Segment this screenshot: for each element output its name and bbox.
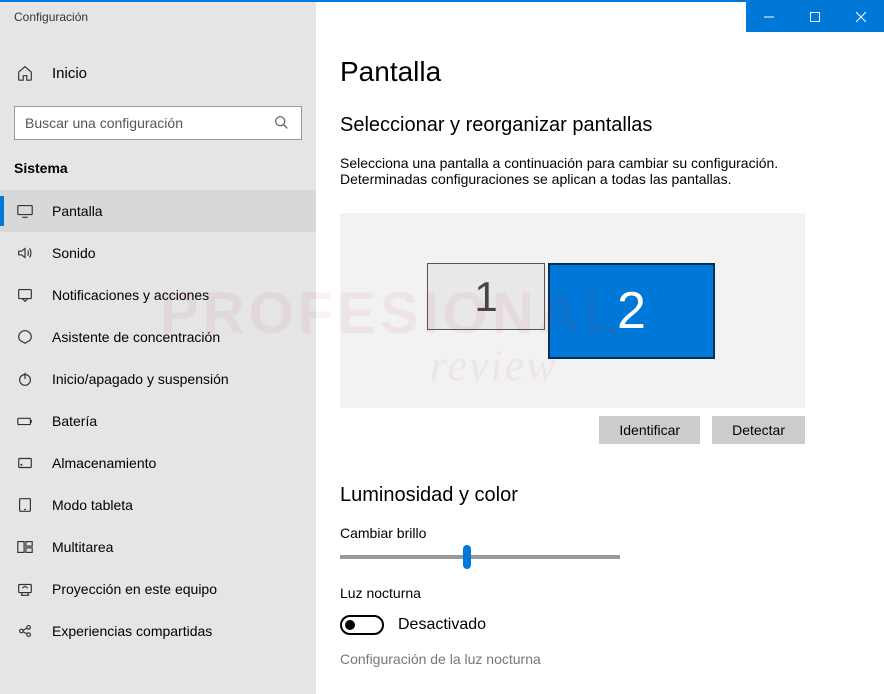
- sound-icon: [16, 244, 34, 262]
- sidebar-item-label: Experiencias compartidas: [52, 623, 212, 639]
- search-input[interactable]: [25, 115, 273, 131]
- sidebar-item-label: Sonido: [52, 245, 96, 261]
- nightlight-settings-link[interactable]: Configuración de la luz nocturna: [340, 651, 884, 667]
- nightlight-state: Desactivado: [398, 616, 486, 634]
- brightness-heading: Luminosidad y color: [340, 484, 884, 507]
- sidebar-item-notificaciones-y-acciones[interactable]: Notificaciones y acciones: [0, 274, 316, 316]
- identify-button[interactable]: Identificar: [599, 416, 700, 444]
- sidebar: Inicio Sistema Pantalla Sonido Notificacio…: [0, 32, 316, 694]
- nightlight-toggle[interactable]: [340, 615, 384, 635]
- brightness-label: Cambiar brillo: [340, 525, 884, 541]
- sidebar-item-sonido[interactable]: Sonido: [0, 232, 316, 274]
- home-button[interactable]: Inicio: [0, 56, 316, 90]
- arrange-heading: Seleccionar y reorganizar pantallas: [340, 114, 884, 137]
- monitor-1[interactable]: 1: [427, 263, 545, 330]
- section-title: Sistema: [0, 160, 316, 190]
- brightness-slider[interactable]: [340, 555, 620, 559]
- multitask-icon: [16, 538, 34, 556]
- shared-icon: [16, 622, 34, 640]
- slider-thumb[interactable]: [463, 545, 471, 569]
- sidebar-item-multitarea[interactable]: Multitarea: [0, 526, 316, 568]
- home-icon: [16, 64, 34, 82]
- sidebar-item-label: Inicio/apagado y suspensión: [52, 371, 229, 387]
- sidebar-item-pantalla[interactable]: Pantalla: [0, 190, 316, 232]
- monitor-2[interactable]: 2: [548, 263, 715, 359]
- window-title: Configuración: [0, 2, 316, 32]
- close-button[interactable]: [838, 2, 884, 32]
- display-icon: [16, 202, 34, 220]
- home-label: Inicio: [52, 65, 87, 82]
- sidebar-item-label: Asistente de concentración: [52, 329, 220, 345]
- tablet-icon: [16, 496, 34, 514]
- sidebar-item-label: Almacenamiento: [52, 455, 156, 471]
- sidebar-item-proyecci-n-en-este-equipo[interactable]: Proyección en este equipo: [0, 568, 316, 610]
- project-icon: [16, 580, 34, 598]
- sidebar-item-almacenamiento[interactable]: Almacenamiento: [0, 442, 316, 484]
- battery-icon: [16, 412, 34, 430]
- sidebar-item-label: Modo tableta: [52, 497, 133, 513]
- sidebar-item-inicio-apagado-y-suspensi-n[interactable]: Inicio/apagado y suspensión: [0, 358, 316, 400]
- content: Pantalla Seleccionar y reorganizar panta…: [316, 32, 884, 694]
- sidebar-item-bater-a[interactable]: Batería: [0, 400, 316, 442]
- search-icon: [273, 114, 291, 132]
- sidebar-item-label: Pantalla: [52, 203, 103, 219]
- sidebar-item-experiencias-compartidas[interactable]: Experiencias compartidas: [0, 610, 316, 652]
- detect-button[interactable]: Detectar: [712, 416, 805, 444]
- maximize-button[interactable]: [792, 2, 838, 32]
- notifications-icon: [16, 286, 34, 304]
- nightlight-label: Luz nocturna: [340, 585, 884, 601]
- power-icon: [16, 370, 34, 388]
- page-title: Pantalla: [340, 56, 884, 88]
- sidebar-item-label: Notificaciones y acciones: [52, 287, 209, 303]
- minimize-button[interactable]: [746, 2, 792, 32]
- focus-icon: [16, 328, 34, 346]
- display-arrange-area[interactable]: 1 2: [340, 213, 805, 408]
- sidebar-item-label: Multitarea: [52, 539, 113, 555]
- sidebar-item-label: Batería: [52, 413, 97, 429]
- sidebar-item-asistente-de-concentraci-n[interactable]: Asistente de concentración: [0, 316, 316, 358]
- storage-icon: [16, 454, 34, 472]
- sidebar-item-label: Proyección en este equipo: [52, 581, 217, 597]
- arrange-desc: Selecciona una pantalla a continuación p…: [340, 155, 840, 187]
- search-input-wrap[interactable]: [14, 106, 302, 140]
- sidebar-item-modo-tableta[interactable]: Modo tableta: [0, 484, 316, 526]
